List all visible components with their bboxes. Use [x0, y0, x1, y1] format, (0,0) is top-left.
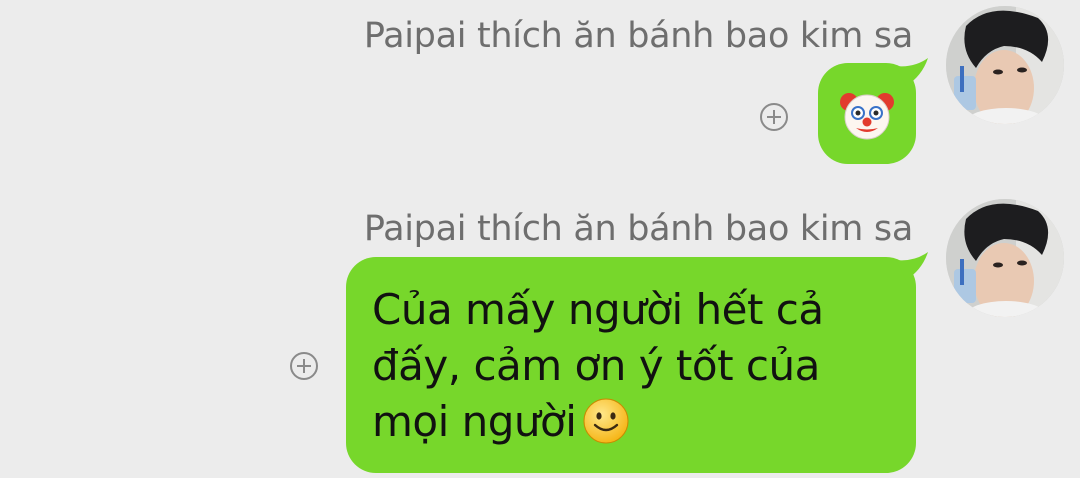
- avatar[interactable]: [946, 199, 1064, 317]
- bubble-tail: [896, 58, 928, 86]
- avatar[interactable]: [946, 6, 1064, 124]
- sender-name: Paipai thích ăn bánh bao kim sa: [363, 209, 913, 249]
- add-reaction-button[interactable]: [760, 103, 788, 131]
- message-line: mọi người: [372, 397, 577, 446]
- avatar-image: [946, 6, 1064, 124]
- message-text: Của mấy người hết cả đấy, cảm ơn ý tốt c…: [372, 282, 892, 450]
- bubble-tail: [896, 252, 928, 280]
- add-reaction-button[interactable]: [290, 352, 318, 380]
- message-line-with-emoji: mọi người: [372, 394, 892, 450]
- chat-window: Paipai thích ăn bánh bao kim sa Paipai t…: [0, 0, 1080, 478]
- clown-face-emoji: [840, 93, 894, 140]
- sender-name: Paipai thích ăn bánh bao kim sa: [363, 16, 913, 56]
- slightly-smiling-face-emoji: [583, 398, 629, 443]
- message-line: đấy, cảm ơn ý tốt của: [372, 341, 820, 390]
- avatar-image: [946, 199, 1064, 317]
- message-line: Của mấy người hết cả: [372, 285, 824, 334]
